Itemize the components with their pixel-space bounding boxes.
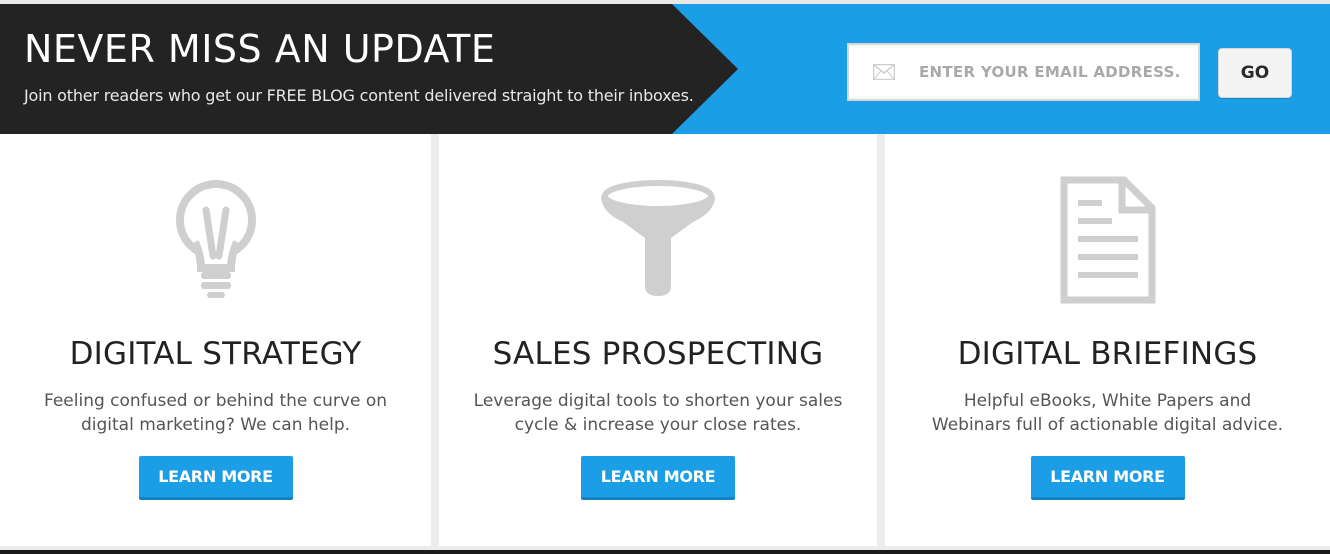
card-description-line: Webinars full of actionable digital advi… (931, 415, 1284, 435)
service-card-digital-briefings: DIGITAL BRIEFINGS Helpful eBooks, White … (885, 134, 1330, 546)
envelope-icon (873, 64, 895, 80)
service-card-sales-prospecting: SALES PROSPECTING Leverage digital tools… (439, 134, 877, 546)
banner-title: NEVER MISS AN UPDATE (24, 27, 496, 71)
card-title: DIGITAL BRIEFINGS (957, 336, 1258, 372)
card-description-line: Leverage digital tools to shorten your s… (473, 391, 843, 411)
learn-more-button[interactable]: LEARN MORE (138, 456, 293, 500)
go-button[interactable]: GO (1218, 48, 1292, 98)
service-card-digital-strategy: DIGITAL STRATEGY Feeling confused or beh… (0, 134, 431, 546)
learn-more-button[interactable]: LEARN MORE (581, 456, 735, 500)
banner-subtitle: Join other readers who get our FREE BLOG… (24, 86, 694, 105)
newsletter-banner: NEVER MISS AN UPDATE Join other readers … (0, 4, 1330, 134)
learn-more-button[interactable]: LEARN MORE (1030, 456, 1185, 500)
card-title: SALES PROSPECTING (492, 336, 824, 372)
services-section: DIGITAL STRATEGY Feeling confused or beh… (0, 134, 1330, 550)
card-title: DIGITAL STRATEGY (69, 336, 362, 372)
card-description-line: Feeling confused or behind the curve on (44, 391, 387, 411)
card-description: Feeling confused or behind the curve on … (30, 389, 401, 437)
card-description-line: cycle & increase your close rates. (514, 415, 802, 435)
email-input[interactable] (919, 63, 1179, 81)
bottom-border (0, 550, 1330, 554)
card-description-line: Helpful eBooks, White Papers and (963, 391, 1252, 411)
email-field[interactable] (847, 43, 1200, 101)
card-description: Helpful eBooks, White Papers and Webinar… (915, 389, 1300, 437)
funnel-icon (601, 180, 715, 296)
document-icon (1060, 176, 1155, 304)
card-description: Leverage digital tools to shorten your s… (469, 389, 847, 437)
card-description-line: digital marketing? We can help. (80, 415, 351, 435)
lightbulb-icon (175, 180, 256, 298)
